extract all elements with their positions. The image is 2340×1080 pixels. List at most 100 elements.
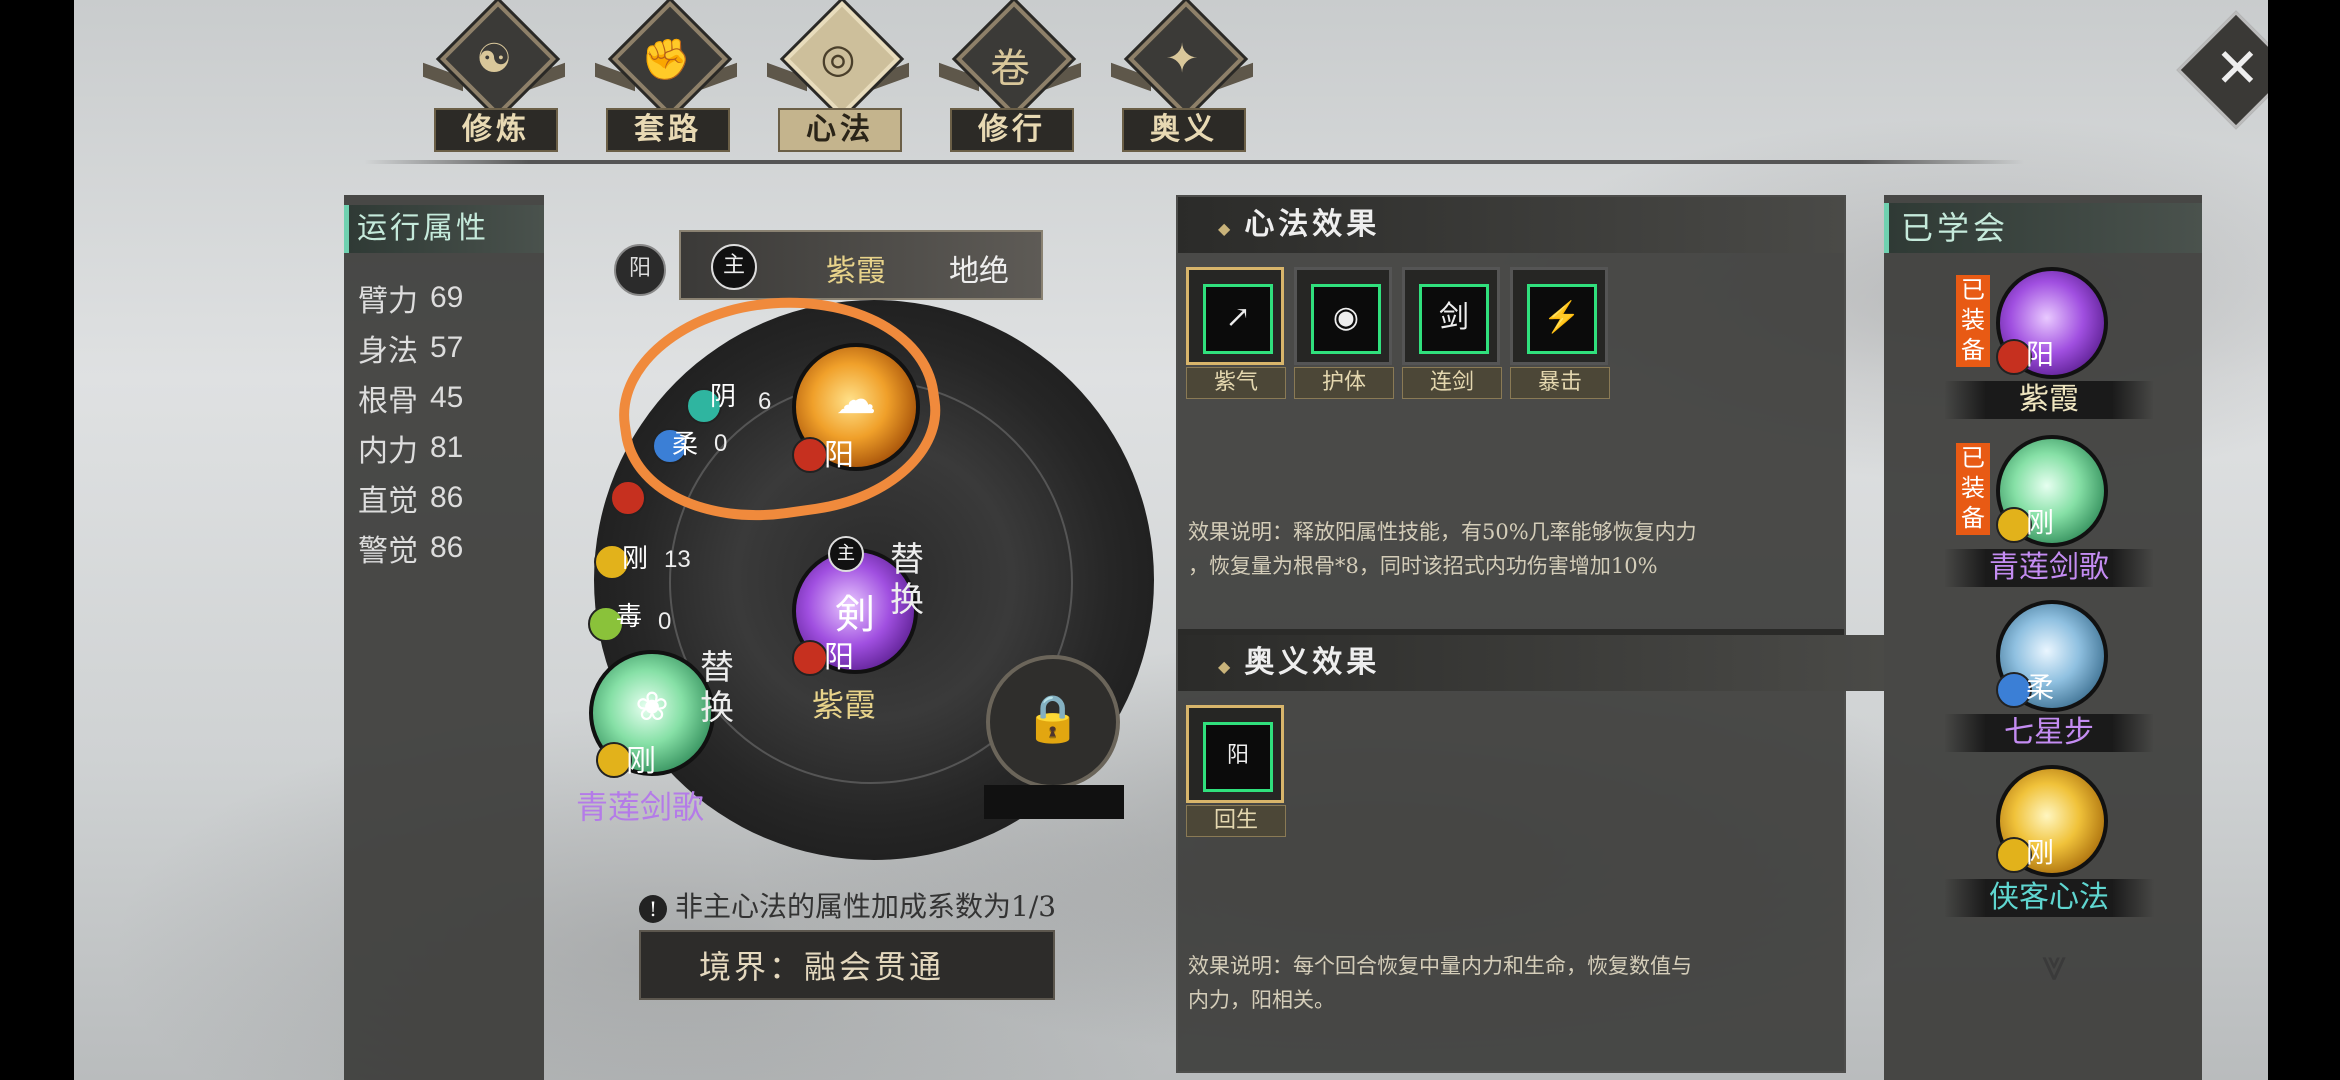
effects-panel: 心法效果 ↗ 紫气 ◉ 护体 剑 连剑 ⚡ 暴击 效果说明：释放阳属性技能，有5… bbox=[1176, 195, 1884, 1073]
lotus-flame-icon: ✦ bbox=[1165, 36, 1199, 82]
yin-value: 6 bbox=[758, 388, 772, 415]
main-xinfa-bar: 主 紫霞 地绝 bbox=[679, 230, 1043, 300]
learned-title: 已学会 bbox=[1884, 203, 2202, 253]
green-orb-element: 刚 bbox=[626, 744, 656, 779]
attributes-title: 运行属性 bbox=[344, 205, 544, 253]
attribute-value: 57 bbox=[430, 331, 464, 364]
tab-label: 心法 bbox=[778, 108, 902, 152]
description-line: 内力，阳相关。 bbox=[1188, 988, 1335, 1012]
attribute-row: 臂力 69 bbox=[344, 273, 544, 323]
lightning-icon: ⚡ bbox=[1527, 284, 1597, 354]
replace-button-secondary[interactable]: 替换 bbox=[700, 648, 740, 728]
tab-xiulian[interactable]: ☯ 修炼 bbox=[419, 1, 569, 152]
shield-icon: ◉ bbox=[1311, 284, 1381, 354]
skill-huti[interactable]: ◉ 护体 bbox=[1294, 267, 1394, 399]
tab-label: 套路 bbox=[606, 108, 730, 152]
lotus-icon: ❀ bbox=[635, 684, 669, 730]
element-label: 刚 bbox=[2026, 836, 2055, 869]
learned-item[interactable]: 柔 七星步 bbox=[1884, 600, 2202, 770]
attribute-row: 警觉 86 bbox=[344, 523, 544, 573]
learned-item-name: 七星步 bbox=[1944, 714, 2154, 752]
tab-xiuxing[interactable]: 卷 修行 bbox=[935, 1, 1085, 152]
realm-bar: 境界：融会贯通 bbox=[639, 930, 1055, 1000]
aoyi-skill-list: 阳 回生 bbox=[1178, 691, 1286, 837]
learned-item-name: 青莲剑歌 bbox=[1944, 549, 2154, 587]
secondary-xinfa-name: 地绝 bbox=[949, 254, 1009, 289]
yang-badge: 阳 bbox=[614, 244, 666, 296]
purple-orb-name: 紫霞 bbox=[812, 686, 877, 724]
attributes-list: 臂力 69 身法 57 根骨 45 内力 81 直觉 86 警觉 86 bbox=[344, 273, 544, 573]
attribute-value: 86 bbox=[430, 481, 464, 514]
equipped-badge: 已装备 bbox=[1956, 275, 1990, 367]
fire-element-icon bbox=[792, 640, 828, 676]
aoyi-effect-description: 效果说明：每个回合恢复中量内力和生命，恢复数值与 内力，阳相关。 bbox=[1188, 949, 1692, 1017]
attribute-value: 45 bbox=[430, 381, 464, 414]
skill-list: ↗ 紫气 ◉ 护体 剑 连剑 ⚡ 暴击 bbox=[1178, 253, 1844, 399]
exclamation-icon: ! bbox=[639, 895, 667, 923]
description-line: 效果说明：每个回合恢复中量内力和生命，恢复数值与 bbox=[1188, 954, 1692, 978]
tab-aoyi[interactable]: ✦ 奥义 bbox=[1107, 1, 1257, 152]
hint-text: 非主心法的属性加成系数为1/3 bbox=[675, 890, 1057, 923]
main-badge: 主 bbox=[711, 244, 757, 290]
skill-ziqi[interactable]: ↗ 紫气 bbox=[1186, 267, 1286, 399]
scroll-icon: 卷 bbox=[990, 46, 1030, 92]
close-button[interactable]: ✕ bbox=[2176, 10, 2268, 130]
attribute-name: 警觉 bbox=[358, 534, 418, 569]
attribute-name: 臂力 bbox=[358, 284, 418, 319]
tab-divider bbox=[364, 160, 2024, 164]
attribute-value: 69 bbox=[430, 281, 464, 314]
aoyi-effects-title: 奥义效果 bbox=[1178, 635, 1884, 691]
arrow-icon: ↗ bbox=[1203, 284, 1273, 354]
attribute-name: 根骨 bbox=[358, 384, 418, 419]
tab-label: 修炼 bbox=[434, 108, 558, 152]
tab-label: 修行 bbox=[950, 108, 1074, 152]
skill-lianjian[interactable]: 剑 连剑 bbox=[1402, 267, 1502, 399]
tab-xinfa[interactable]: ◎ 心法 bbox=[763, 1, 913, 152]
element-label: 阳 bbox=[2026, 338, 2055, 371]
flame-icon: ☯ bbox=[476, 36, 512, 82]
attribute-value: 81 bbox=[430, 431, 464, 464]
fire-element-icon bbox=[610, 480, 646, 516]
purple-orb-element: 阳 bbox=[824, 640, 854, 675]
learned-item[interactable]: 已装备 阳 紫霞 bbox=[1884, 267, 2202, 437]
right-letterbox bbox=[2268, 0, 2340, 1080]
game-screen: ☯ 修炼 ✊ 套路 ◎ 心法 卷 修行 ✦ 奥义 ✕ 运行属性 臂力 69 身法… bbox=[74, 0, 2268, 1080]
tab-taolu[interactable]: ✊ 套路 bbox=[591, 1, 741, 152]
du-value: 0 bbox=[658, 608, 672, 635]
element-label: 柔 bbox=[2026, 671, 2055, 704]
skill-label: 回生 bbox=[1186, 805, 1286, 837]
locked-slot-label-bar bbox=[984, 785, 1124, 819]
skill-label: 暴击 bbox=[1510, 367, 1610, 399]
swirl-icon: ◎ bbox=[820, 36, 856, 82]
close-icon: ✕ bbox=[2214, 36, 2261, 100]
learned-item[interactable]: 刚 侠客心法 bbox=[1884, 765, 2202, 935]
gang-value: 13 bbox=[664, 546, 691, 573]
attribute-row: 根骨 45 bbox=[344, 373, 544, 423]
equipped-badge: 已装备 bbox=[1956, 443, 1990, 535]
tab-label: 奥义 bbox=[1122, 108, 1246, 152]
learned-item[interactable]: 已装备 刚 青莲剑歌 bbox=[1884, 435, 2202, 605]
skill-label: 连剑 bbox=[1402, 367, 1502, 399]
info-hint: ! 非主心法的属性加成系数为1/3 bbox=[639, 885, 1056, 925]
main-xinfa-name: 紫霞 bbox=[826, 254, 886, 289]
locked-slot-button[interactable]: 🔒 bbox=[986, 655, 1120, 789]
attribute-value: 86 bbox=[430, 531, 464, 564]
replace-button-main[interactable]: 替换 bbox=[890, 540, 930, 620]
xinfa-effect-description: 效果说明：释放阳属性技能，有50%几率能够恢复内力 ，恢复量为根骨*8，同时该招… bbox=[1188, 515, 1697, 583]
main-badge: 主 bbox=[828, 536, 864, 572]
attribute-row: 内力 81 bbox=[344, 423, 544, 473]
skill-huisheng[interactable]: 阳 回生 bbox=[1186, 705, 1286, 837]
scroll-down-icon[interactable]: ⩔ bbox=[2024, 940, 2084, 991]
left-letterbox bbox=[0, 0, 74, 1080]
xinfa-effects-title: 心法效果 bbox=[1178, 197, 1844, 253]
description-line: ，恢复量为根骨*8，同时该招式内功伤害增加10% bbox=[1188, 554, 1658, 578]
yin-label: 阴 bbox=[710, 382, 737, 412]
element-label: 刚 bbox=[2026, 506, 2055, 539]
attribute-name: 内力 bbox=[358, 434, 418, 469]
learned-item-name: 紫霞 bbox=[1944, 381, 2154, 419]
sword-icon: 剑 bbox=[1419, 284, 1489, 354]
attribute-name: 身法 bbox=[358, 334, 418, 369]
skill-label: 护体 bbox=[1294, 367, 1394, 399]
skill-baoji[interactable]: ⚡ 暴击 bbox=[1510, 267, 1610, 399]
attributes-panel: 运行属性 臂力 69 身法 57 根骨 45 内力 81 直觉 86 警觉 86 bbox=[344, 195, 544, 1080]
